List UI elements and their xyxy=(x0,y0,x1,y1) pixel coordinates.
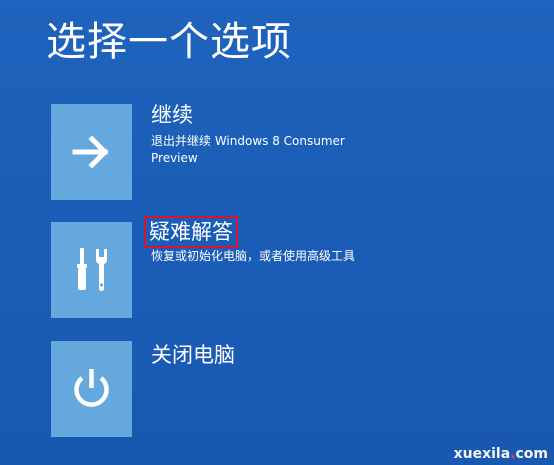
troubleshoot-tile[interactable] xyxy=(51,222,132,318)
continue-title: 继续 xyxy=(151,103,193,127)
watermark-main: xuexila xyxy=(453,446,511,462)
troubleshoot-description: 恢复或初始化电脑，或者使用高级工具 xyxy=(151,249,356,263)
power-icon xyxy=(74,369,109,407)
watermark: xuexila.com xyxy=(454,446,548,462)
continue-description: 退出并继续 Windows 8 Consumer Preview xyxy=(151,134,345,165)
page-title: 选择一个选项 xyxy=(46,19,292,65)
tools-icon xyxy=(77,248,107,291)
continue-option[interactable]: 继续 退出并继续 Windows 8 Consumer Preview xyxy=(51,103,521,200)
watermark-tld: com xyxy=(515,446,548,462)
arrow-right-icon xyxy=(72,135,109,169)
shutdown-tile[interactable] xyxy=(51,341,132,437)
troubleshoot-title: 疑难解答 xyxy=(144,216,238,248)
recovery-screen: 选择一个选项 继续 退出并继续 Windows 8 Consumer Previ… xyxy=(0,0,554,465)
shutdown-option[interactable]: 关闭电脑 xyxy=(51,341,521,437)
troubleshoot-option[interactable]: 疑难解答 恢复或初始化电脑，或者使用高级工具 xyxy=(51,216,521,318)
shutdown-title: 关闭电脑 xyxy=(151,343,235,367)
continue-tile[interactable] xyxy=(51,104,132,200)
